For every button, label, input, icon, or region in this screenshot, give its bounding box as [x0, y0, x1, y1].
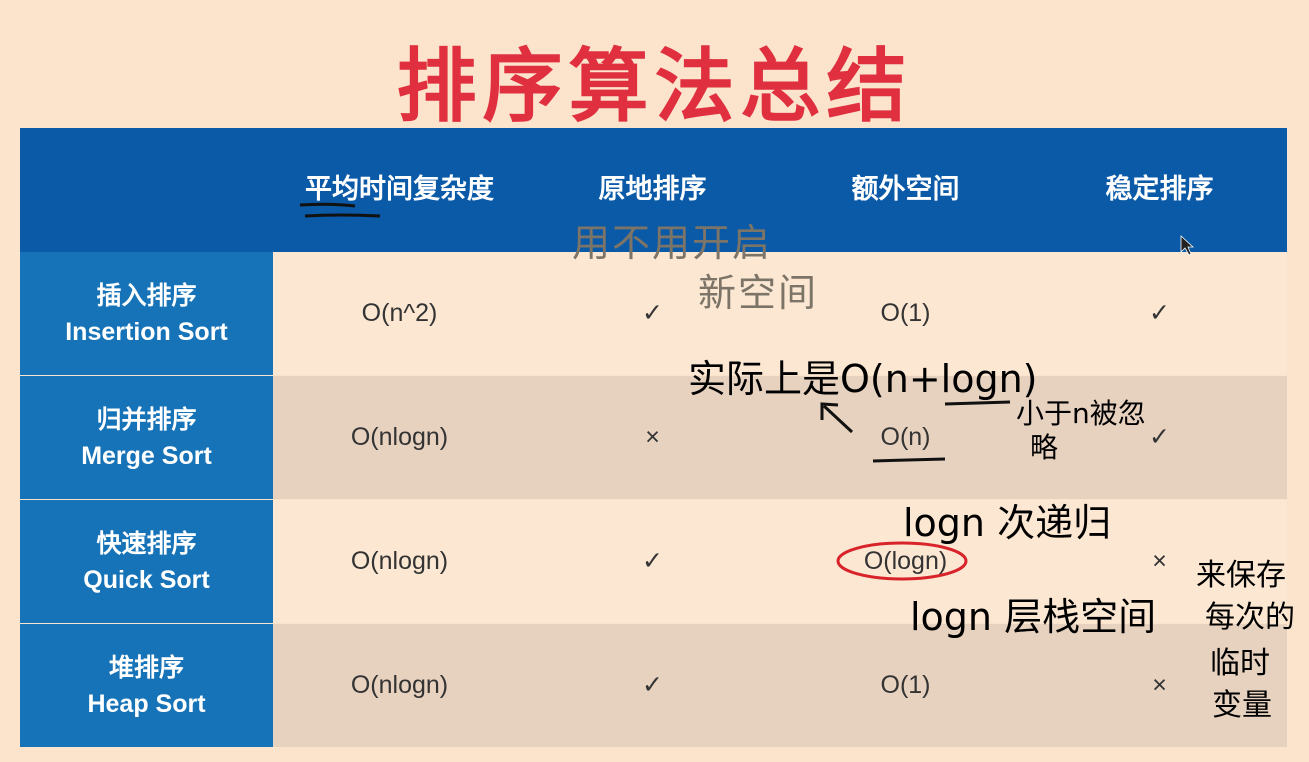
handwriting-ink-layer: [299, 202, 1195, 581]
arrow-icon: [822, 404, 854, 434]
note-new-space: 新空间: [698, 271, 819, 315]
red-circle: [836, 541, 968, 581]
note-open-space: 用不用开启: [572, 221, 773, 265]
underline-avg-time: [299, 202, 356, 208]
note-save: 来保存: [1196, 558, 1286, 593]
note-stack-space: logn 层栈空间: [910, 595, 1157, 639]
cursor-icon: [1180, 235, 1195, 256]
note-actual-complexity: 实际上是O(n+logn): [688, 357, 1038, 401]
note-variable: 变量: [1212, 688, 1272, 723]
note-temp: 临时: [1210, 646, 1270, 681]
note-recursion-count: logn 次递归: [903, 501, 1112, 545]
note-ignored-2: 略: [1030, 431, 1059, 464]
note-each: 每次的: [1205, 600, 1295, 635]
underline-avg-time-2: [304, 213, 381, 218]
underline-on: [872, 457, 946, 463]
